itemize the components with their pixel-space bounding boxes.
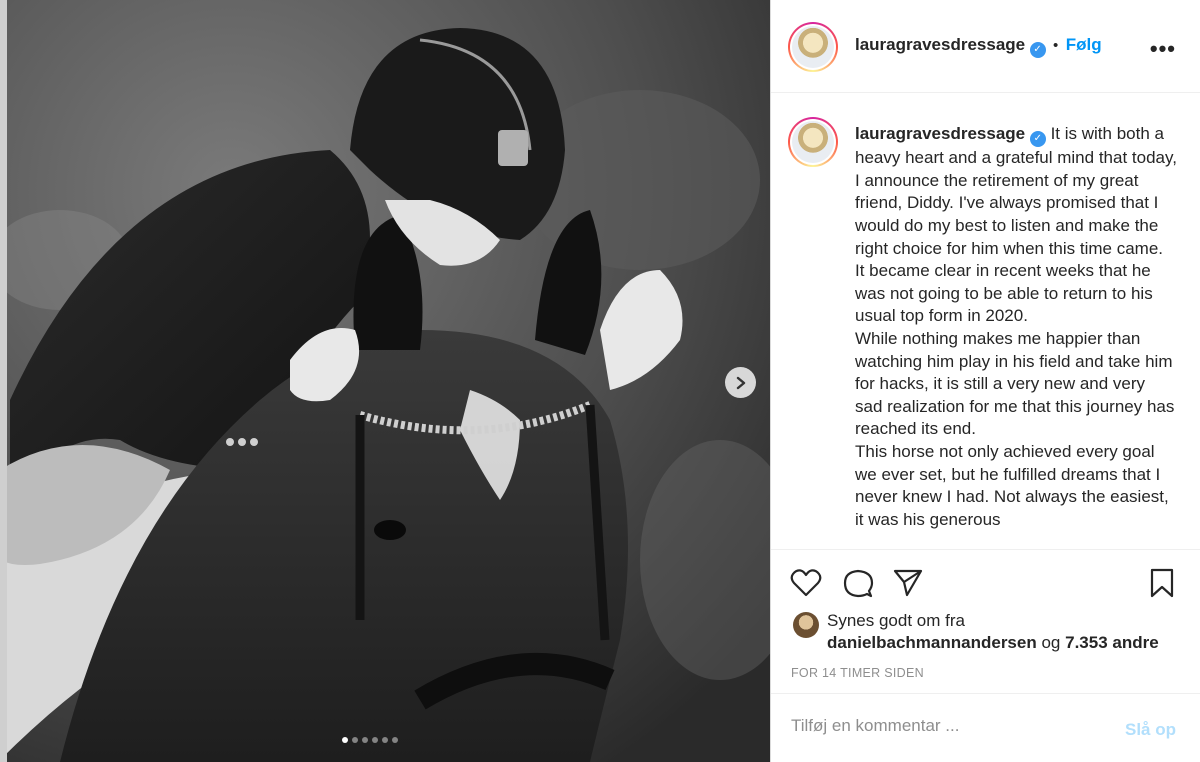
- likes-summary: Synes godt om fra danielbachmannandersen…: [793, 610, 1159, 654]
- carousel-dot: [342, 737, 348, 743]
- caption-paragraph: While nothing makes me happier than watc…: [855, 329, 1175, 439]
- carousel-dot: [372, 737, 378, 743]
- rider-horse-photo: [0, 0, 770, 762]
- carousel-next-button[interactable]: [725, 367, 756, 398]
- post-photo[interactable]: [0, 0, 771, 762]
- carousel-indicator: [342, 737, 398, 743]
- post-actions: Synes godt om fra danielbachmannandersen…: [771, 549, 1200, 699]
- caption-username-link[interactable]: lauragravesdressage: [855, 124, 1025, 143]
- verified-badge-icon: ✓: [1029, 41, 1046, 58]
- author-avatar[interactable]: [788, 22, 838, 72]
- chevron-right-icon: [736, 376, 745, 389]
- comment-input[interactable]: [791, 716, 1111, 736]
- carousel-dot: [352, 737, 358, 743]
- caption-text: lauragravesdressage ✓ It is with both a …: [855, 123, 1177, 531]
- comment-icon[interactable]: [842, 568, 874, 600]
- likes-others-link[interactable]: 7.353 andre: [1065, 633, 1159, 652]
- carousel-dot: [382, 737, 388, 743]
- bookmark-icon[interactable]: [1149, 568, 1175, 598]
- heart-icon[interactable]: [790, 568, 822, 598]
- caption-author-avatar[interactable]: [788, 117, 838, 167]
- more-options-icon[interactable]: •••: [1150, 36, 1176, 62]
- verified-badge-icon: ✓: [1029, 131, 1046, 148]
- follow-button[interactable]: Følg: [1066, 35, 1102, 54]
- share-icon[interactable]: [892, 568, 924, 598]
- carousel-dot: [362, 737, 368, 743]
- caption-paragraph: This horse not only achieved every goal …: [855, 442, 1169, 529]
- carousel-dot: [392, 737, 398, 743]
- likes-text: Synes godt om fra danielbachmannandersen…: [827, 610, 1159, 654]
- liker-avatar[interactable]: [793, 612, 819, 638]
- post-side-panel: lauragravesdressage ✓ • Følg ••• lauragr…: [771, 0, 1200, 762]
- comment-bar: Slå op: [771, 693, 1200, 762]
- window-left-edge: [0, 0, 7, 762]
- caption-paragraph: It is with both a heavy heart and a grat…: [855, 124, 1177, 326]
- liker-username-link[interactable]: danielbachmannandersen: [827, 633, 1037, 652]
- post-timestamp[interactable]: FOR 14 TIMER SIDEN: [791, 666, 924, 680]
- header-author-line: lauragravesdressage ✓ • Følg: [855, 35, 1102, 58]
- separator-dot: •: [1053, 37, 1059, 54]
- author-username-link[interactable]: lauragravesdressage: [855, 35, 1025, 54]
- post-header: lauragravesdressage ✓ • Følg •••: [771, 0, 1200, 93]
- caption-scroll-area[interactable]: lauragravesdressage ✓ It is with both a …: [771, 94, 1200, 549]
- post-comment-button[interactable]: Slå op: [1125, 720, 1176, 740]
- likes-prefix: Synes godt om fra: [827, 611, 965, 630]
- likes-joiner: og: [1041, 633, 1061, 652]
